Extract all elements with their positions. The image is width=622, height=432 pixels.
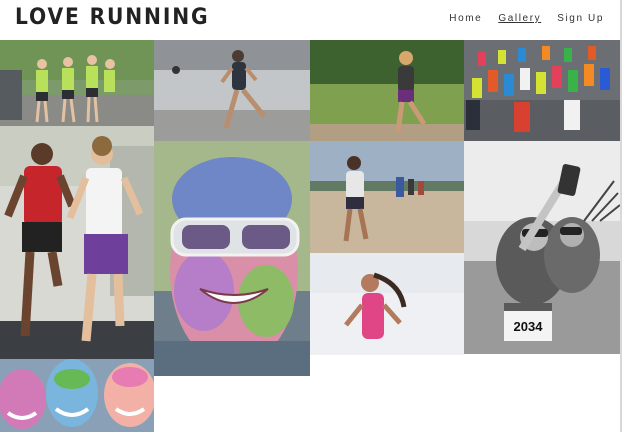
gallery-photo-color-friends[interactable] xyxy=(0,359,154,432)
gallery-photo-track-runners[interactable] xyxy=(0,126,154,359)
gallery-photo-group-runners[interactable] xyxy=(0,40,154,126)
gallery-photo-marathon-crowd[interactable] xyxy=(464,40,620,141)
gallery-photo-pink-runner[interactable] xyxy=(310,253,464,355)
gallery-photo-sand-race[interactable] xyxy=(310,141,464,253)
page: LOVE RUNNING Home Gallery Sign Up 2034 xyxy=(0,0,622,432)
gallery-photo-trail-runner[interactable] xyxy=(310,40,464,141)
photo-gallery: 2034 xyxy=(0,0,622,432)
gallery-photo-beach-runner[interactable] xyxy=(154,40,310,141)
gallery-photo-color-run-closeup[interactable] xyxy=(154,141,310,376)
gallery-photo-bw-selfie[interactable]: 2034 xyxy=(464,141,620,354)
race-bib-number: 2034 xyxy=(514,319,544,334)
